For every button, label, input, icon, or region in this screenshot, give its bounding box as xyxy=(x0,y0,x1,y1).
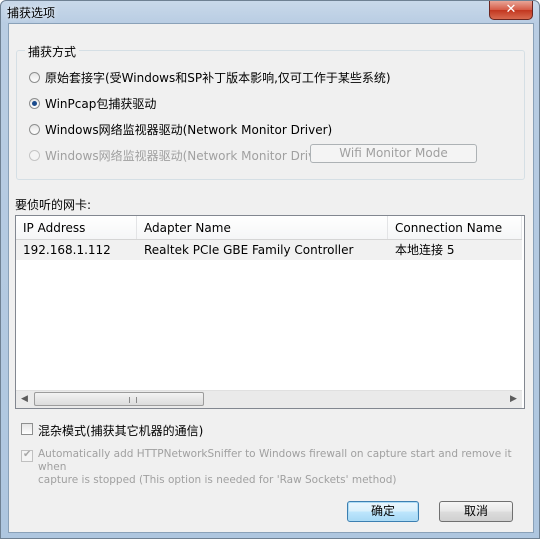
radio-netmon[interactable]: Windows网络监视器驱动(Network Monitor Driver) xyxy=(29,121,332,138)
promiscuous-mode-checkbox[interactable]: 混杂模式(捕获其它机器的通信) xyxy=(21,422,203,439)
table-row[interactable]: 192.168.1.112 Realtek PCIe GBE Family Co… xyxy=(16,240,522,260)
radio-icon[interactable] xyxy=(29,124,40,135)
title-bar: 捕获选项 ✕ xyxy=(1,1,539,23)
checkmark-icon: ✔ xyxy=(23,449,32,460)
capture-method-group: 捕获方式 原始套接字(受Windows和SP补丁版本影响,仅可工作于某些系统) … xyxy=(16,43,525,180)
scroll-left-icon[interactable]: ◀ xyxy=(16,391,33,408)
close-icon: ✕ xyxy=(505,2,517,17)
adapters-label: 要侦听的网卡: xyxy=(15,198,92,212)
cell-connection: 本地连接 5 xyxy=(395,243,455,257)
radio-winpcap-label: WinPcap包捕获驱动 xyxy=(45,97,157,111)
radio-winpcap[interactable]: WinPcap包捕获驱动 xyxy=(29,95,156,112)
firewall-checkbox: ✔ Automatically add HTTPNetworkSniffer t… xyxy=(21,448,533,487)
capture-options-dialog: 捕获选项 ✕ 捕获方式 原始套接字(受Windows和SP补丁版本影响,仅可工作… xyxy=(0,0,540,539)
dialog-body: 捕获方式 原始套接字(受Windows和SP补丁版本影响,仅可工作于某些系统) … xyxy=(8,23,534,533)
wifi-monitor-mode-button: Wifi Monitor Mode xyxy=(310,144,477,163)
checkbox-icon[interactable] xyxy=(21,423,33,435)
firewall-label: Automatically add HTTPNetworkSniffer to … xyxy=(38,448,533,487)
horizontal-scrollbar[interactable]: ◀ ▶ xyxy=(16,390,522,408)
window-title: 捕获选项 xyxy=(7,6,56,20)
cell-ip: 192.168.1.112 xyxy=(23,243,111,257)
cell-adapter: Realtek PCIe GBE Family Controller xyxy=(144,243,354,257)
firewall-label-line1: Automatically add HTTPNetworkSniffer to … xyxy=(38,448,512,473)
radio-netmon3: Windows网络监视器驱动(Network Monitor Driver) 3 xyxy=(29,147,344,164)
scroll-right-icon[interactable]: ▶ xyxy=(505,391,522,408)
radio-disabled-icon xyxy=(29,150,40,161)
radio-raw-sockets-label: 原始套接字(受Windows和SP补丁版本影响,仅可工作于某些系统) xyxy=(45,71,391,85)
radio-raw-sockets[interactable]: 原始套接字(受Windows和SP补丁版本影响,仅可工作于某些系统) xyxy=(29,69,391,86)
adapter-list[interactable]: IP Address Adapter Name Connection Name … xyxy=(15,215,525,409)
cancel-button[interactable]: 取消 xyxy=(439,501,513,522)
radio-icon[interactable] xyxy=(29,72,40,83)
grip-icon xyxy=(129,397,137,403)
column-connection-name[interactable]: Connection Name xyxy=(388,216,522,239)
ok-button[interactable]: 确定 xyxy=(347,501,419,522)
firewall-label-line2: capture is stopped (This option is neede… xyxy=(38,474,397,486)
checkbox-checked-disabled-icon: ✔ xyxy=(21,449,33,462)
scrollbar-thumb[interactable] xyxy=(34,392,204,406)
capture-method-legend: 捕获方式 xyxy=(25,43,80,60)
adapter-list-header: IP Address Adapter Name Connection Name xyxy=(16,216,522,240)
radio-selected-icon[interactable] xyxy=(29,98,40,109)
close-button[interactable]: ✕ xyxy=(489,1,533,20)
column-ip-address[interactable]: IP Address xyxy=(16,216,137,239)
promiscuous-mode-label: 混杂模式(捕获其它机器的通信) xyxy=(38,424,204,438)
radio-netmon-label: Windows网络监视器驱动(Network Monitor Driver) xyxy=(45,123,333,137)
column-adapter-name[interactable]: Adapter Name xyxy=(137,216,388,239)
radio-netmon3-label: Windows网络监视器驱动(Network Monitor Driver) 3 xyxy=(45,149,344,163)
